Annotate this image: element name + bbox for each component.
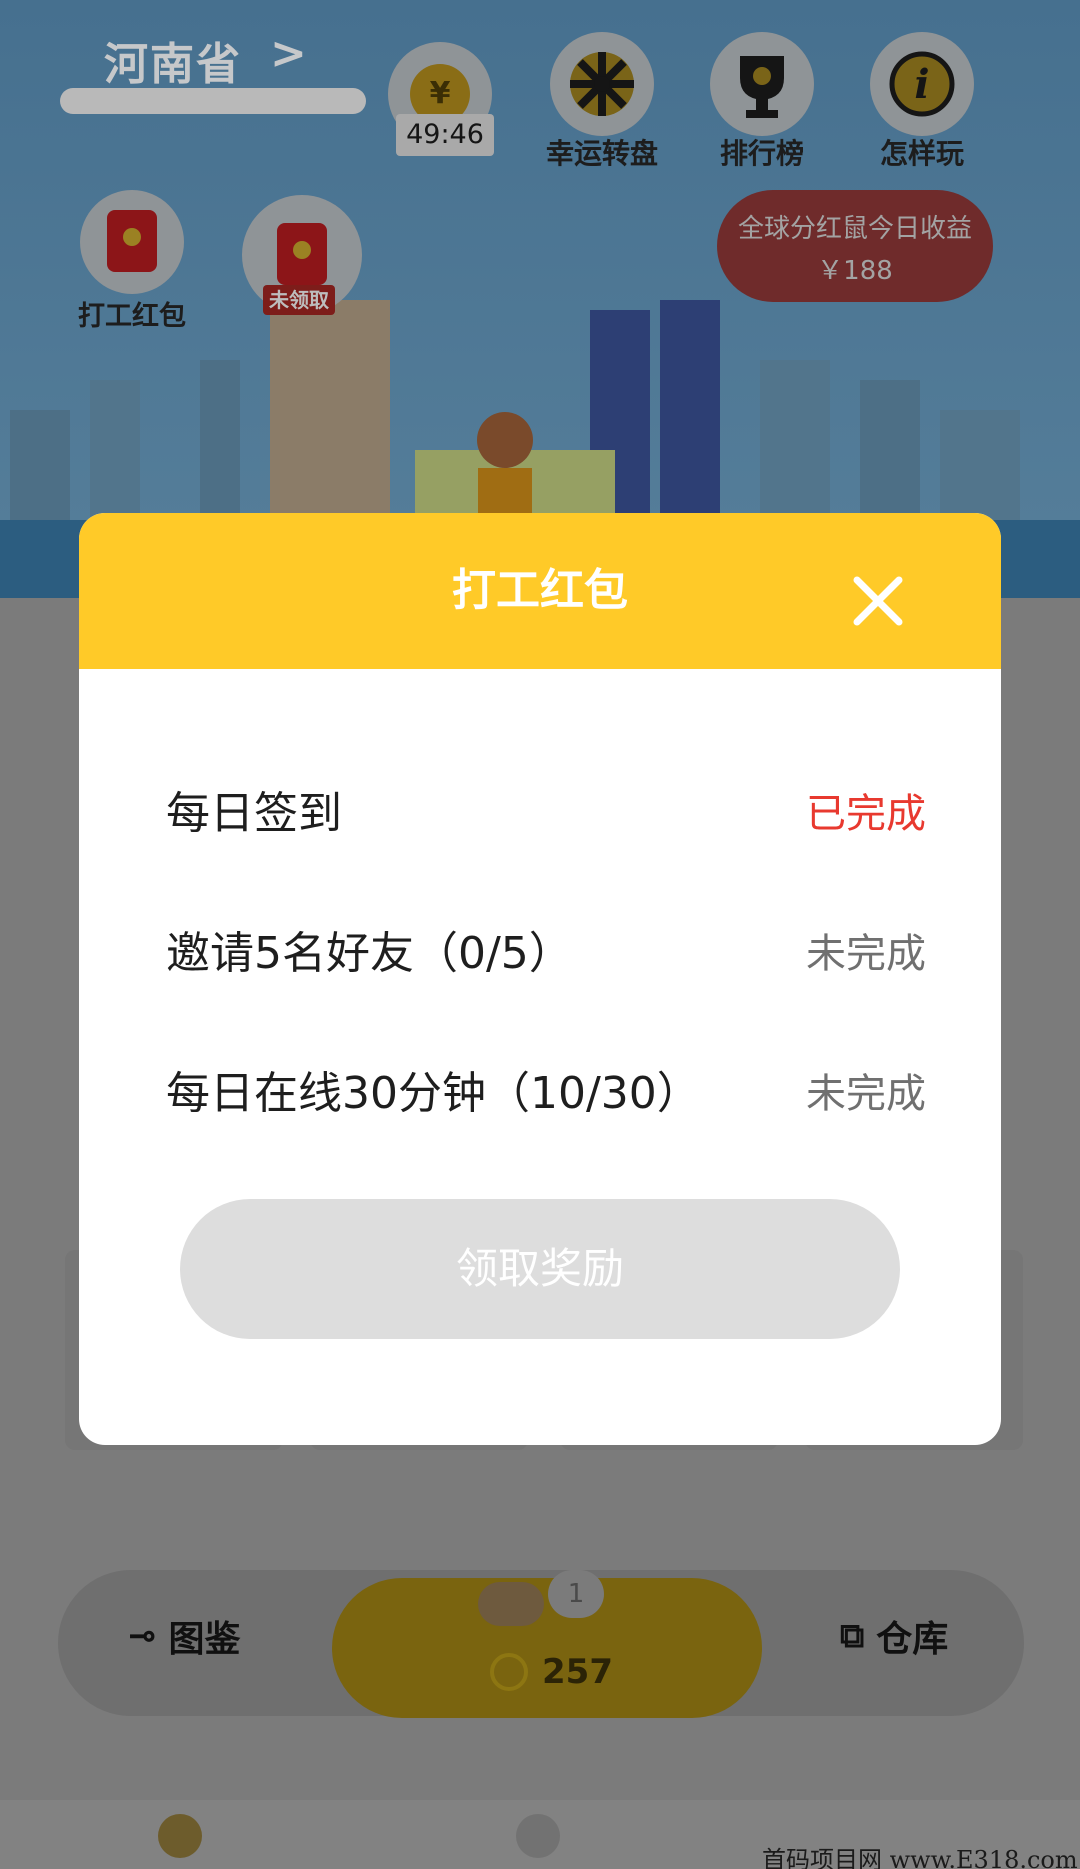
modal-overlay[interactable]: 打工红包 每日签到 已完成 邀请5名好友（0/5） 未完成 每日在线30分钟（1… <box>0 0 1080 1869</box>
task-status: 未完成 <box>806 1071 926 1117</box>
work-red-packet-dialog: 打工红包 每日签到 已完成 邀请5名好友（0/5） 未完成 每日在线30分钟（1… <box>79 513 1001 1445</box>
task-label: 邀请5名好友（0/5） <box>166 928 573 979</box>
task-label: 每日在线30分钟（10/30） <box>166 1068 701 1119</box>
task-row-daily-checkin: 每日签到 已完成 <box>166 779 926 849</box>
close-button[interactable] <box>833 556 923 646</box>
task-row-online-time: 每日在线30分钟（10/30） 未完成 <box>166 1059 926 1129</box>
claim-reward-button[interactable]: 领取奖励 <box>180 1199 900 1339</box>
task-label: 每日签到 <box>166 788 342 839</box>
task-row-invite-friends: 邀请5名好友（0/5） 未完成 <box>166 919 926 989</box>
task-status: 未完成 <box>806 931 926 977</box>
close-icon <box>853 576 903 626</box>
task-status: 已完成 <box>806 791 926 837</box>
